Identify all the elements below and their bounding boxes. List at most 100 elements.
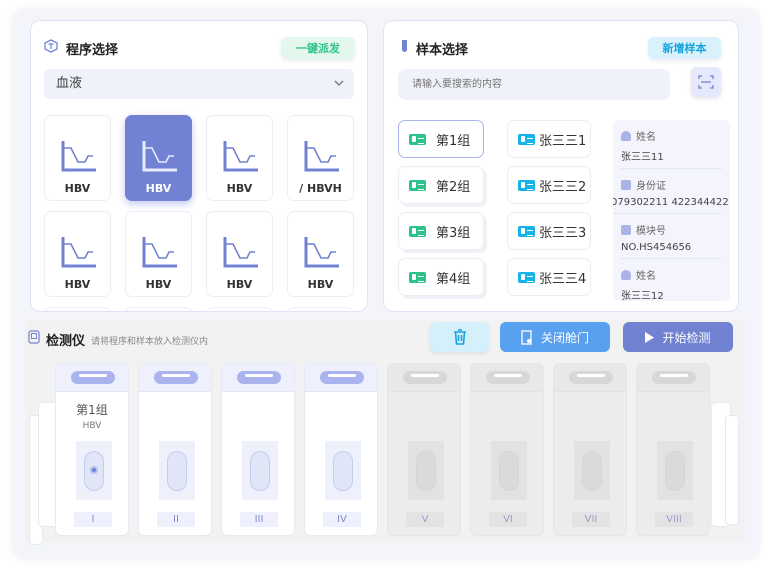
ghost-slot — [725, 415, 739, 525]
program-label: HBV — [226, 278, 253, 291]
detector-slot[interactable]: V — [387, 363, 461, 536]
user-icon — [621, 269, 631, 280]
play-icon — [645, 331, 655, 343]
info-value: 张三三11 — [621, 148, 722, 169]
detector-icon — [28, 330, 40, 344]
program-card[interactable]: HBV — [44, 115, 111, 201]
id-card-icon — [409, 133, 426, 145]
slot-well — [408, 441, 444, 500]
person-label: 张三三2 — [539, 179, 587, 195]
id-card-icon — [518, 133, 535, 145]
detector-slot[interactable]: VII — [553, 363, 627, 536]
detector-slot[interactable]: II — [138, 363, 212, 536]
curve-chart-icon — [142, 237, 177, 268]
group-card[interactable]: 第2组 — [398, 166, 484, 204]
detector-slot[interactable]: 第1组 HBV I — [55, 363, 129, 536]
category-select[interactable]: 血液 — [44, 69, 354, 99]
delete-button[interactable] — [430, 322, 489, 352]
program-card[interactable]: HBV — [206, 211, 273, 297]
program-card[interactable] — [125, 307, 192, 311]
slot-well — [491, 441, 527, 500]
curve-chart-icon — [304, 237, 339, 268]
scan-icon — [698, 75, 714, 89]
program-card[interactable] — [44, 307, 111, 311]
slot-cap — [305, 364, 377, 392]
slot-program: HBV — [82, 421, 102, 431]
info-value: NO.HS454656 — [621, 242, 722, 259]
program-card[interactable]: HBV — [125, 115, 192, 201]
start-button[interactable]: 开始检测 — [623, 322, 733, 352]
program-card[interactable]: HBV — [44, 211, 111, 297]
close-door-label: 关闭舱门 — [540, 330, 589, 345]
person-label: 张三三1 — [539, 133, 587, 149]
slot-cap — [637, 364, 709, 392]
slot-cap — [139, 364, 211, 392]
slot-numeral: VII — [572, 512, 610, 527]
detector-slot[interactable]: VI — [470, 363, 544, 536]
slot-numeral: VIII — [655, 512, 693, 527]
slot-numeral: I — [74, 512, 112, 527]
add-sample-button[interactable]: 新增样本 — [648, 37, 721, 59]
curve-chart-icon — [61, 237, 96, 268]
detector-area: 检测仪 请将程序和样本放入检测仪内 关闭舱门 开始检测 第1组 HBV I II III… — [25, 320, 745, 545]
slot-well — [574, 441, 610, 500]
program-label: / HBVH — [299, 182, 342, 195]
slot-cap — [471, 364, 543, 392]
tag-icon — [621, 224, 631, 235]
detector-slot[interactable]: III — [221, 363, 295, 536]
category-value: 血液 — [56, 76, 83, 91]
cube-icon — [44, 39, 58, 53]
program-card[interactable]: HBV — [125, 211, 192, 297]
curve-chart-icon — [304, 141, 339, 172]
program-card[interactable]: HBV — [206, 115, 273, 201]
slot-numeral: III — [240, 512, 278, 527]
person-card[interactable]: 张三三1 — [507, 120, 591, 158]
slot-numeral: V — [406, 512, 444, 527]
slot-group: 第1组 — [76, 403, 108, 417]
curve-chart-icon — [223, 237, 258, 268]
door-icon — [521, 329, 532, 345]
person-card[interactable]: 张三三2 — [507, 166, 591, 204]
chevron-down-icon — [334, 80, 344, 86]
group-card[interactable]: 第3组 — [398, 212, 484, 250]
slot-cap — [388, 364, 460, 392]
id-card-icon — [409, 225, 426, 237]
program-panel: 程序选择 一键派发 血液 HBV HBV HBV / HBVH HBV HBV HBV HBV — [30, 20, 368, 312]
info-value: 079302211 422344422 — [613, 197, 729, 214]
curve-chart-icon — [223, 141, 258, 172]
group-card[interactable]: 第1组 — [398, 120, 484, 158]
sample-info-panel: 姓名 张三三11 身份证 079302211 422344422 模块号 NO.HS454… — [613, 120, 730, 301]
group-label: 第2组 — [436, 179, 471, 195]
sample-loaded-icon — [90, 466, 98, 474]
curve-chart-icon — [142, 141, 177, 172]
info-label: 姓名 — [621, 267, 722, 282]
detector-slot[interactable]: IV — [304, 363, 378, 536]
program-label: HBV — [307, 278, 334, 291]
detector-title: 检测仪 — [46, 334, 86, 349]
scan-button[interactable] — [691, 67, 721, 97]
program-card[interactable]: / HBVH — [287, 115, 354, 201]
close-door-button[interactable]: 关闭舱门 — [500, 322, 610, 352]
id-card-icon — [621, 179, 631, 190]
search-input[interactable] — [398, 69, 670, 100]
person-card[interactable]: 张三三3 — [507, 212, 591, 250]
slot-well — [657, 441, 693, 500]
start-label: 开始检测 — [662, 330, 711, 345]
program-card[interactable] — [206, 307, 273, 311]
info-label: 模块号 — [621, 222, 722, 237]
detector-slot[interactable]: VIII — [636, 363, 710, 536]
sample-panel: 样本选择 新增样本 第1组第2组第3组第4组 张三三1 张三三2 张三三3 张三三4 姓… — [383, 20, 739, 312]
id-card-icon — [518, 179, 535, 191]
program-card[interactable]: HBV — [287, 211, 354, 297]
dispatch-button[interactable]: 一键派发 — [281, 37, 355, 59]
slot-cap — [56, 364, 128, 392]
person-label: 张三三3 — [539, 225, 587, 241]
program-label: HBV — [64, 182, 91, 195]
slot-well — [76, 441, 112, 500]
test-tube-icon — [402, 40, 407, 52]
person-card[interactable]: 张三三4 — [507, 258, 591, 296]
program-card[interactable] — [287, 307, 354, 311]
id-card-icon — [409, 179, 426, 191]
group-card[interactable]: 第4组 — [398, 258, 484, 296]
person-label: 张三三4 — [539, 271, 587, 287]
